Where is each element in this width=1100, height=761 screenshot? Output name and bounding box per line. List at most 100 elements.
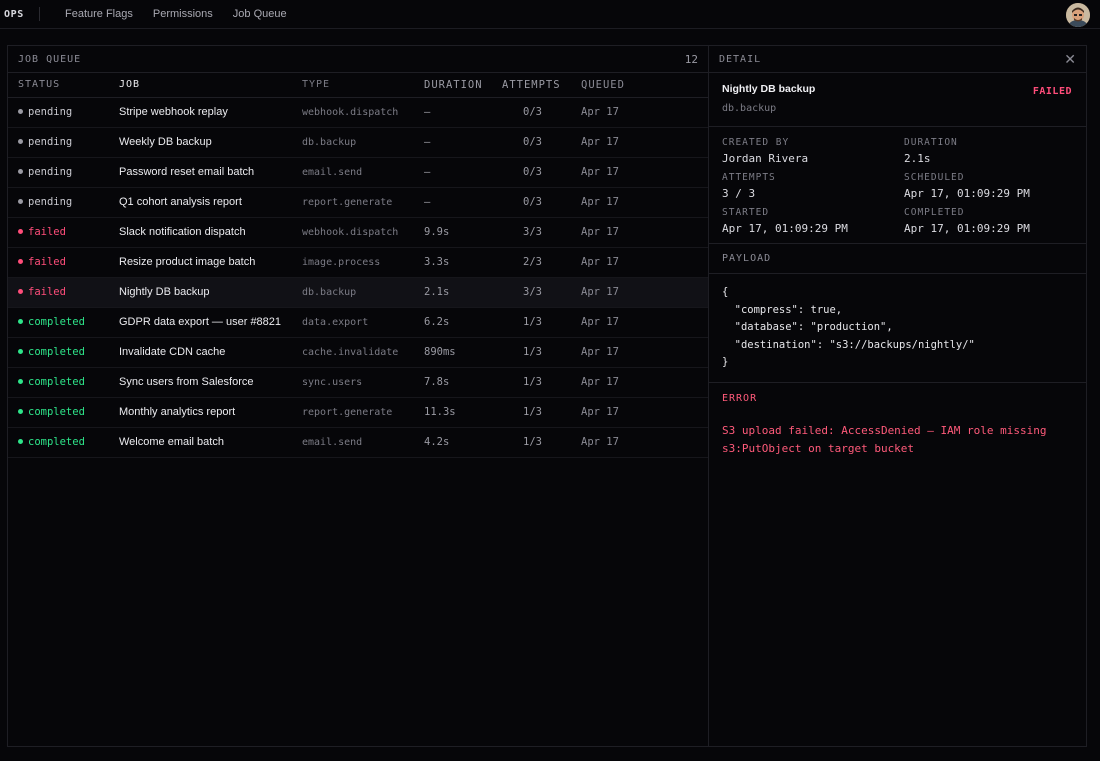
table-row[interactable]: completed Welcome email batch email.send 4.… xyxy=(8,427,708,458)
table-row[interactable]: failed Resize product image batch image.pr… xyxy=(8,247,708,278)
col-job[interactable]: JOB xyxy=(119,73,302,98)
detail-title: DETAIL xyxy=(719,53,762,65)
job-name-cell: Sync users from Salesforce xyxy=(119,367,302,398)
duration-cell: 11.3s xyxy=(424,397,502,428)
status-dot-icon xyxy=(18,378,23,384)
duration-cell: 7.8s xyxy=(424,367,502,398)
table-row[interactable]: completed GDPR data export — user #8821 da… xyxy=(8,307,708,338)
job-name-cell: Weekly DB backup xyxy=(119,127,302,158)
status-dot-icon xyxy=(18,228,23,234)
status-dot-icon xyxy=(18,108,23,114)
table-row[interactable]: failed Slack notification dispatch webhook… xyxy=(8,217,708,248)
table-row[interactable]: pending Password reset email batch email.s… xyxy=(8,157,708,188)
job-type-cell: webhook.dispatch xyxy=(302,97,424,128)
close-icon[interactable]: ✕ xyxy=(1064,52,1076,66)
detail-summary: Nightly DB backup db.backup FAILED xyxy=(709,73,1086,127)
job-name-cell: Password reset email batch xyxy=(119,157,302,188)
nav-feature-flags[interactable]: Feature Flags xyxy=(65,8,133,20)
table-row[interactable]: failed Nightly DB backup db.backup 2.1s 3/3 A… xyxy=(8,277,708,308)
duration-cell: — xyxy=(424,187,502,218)
col-attempts[interactable]: ATTEMPTS xyxy=(502,73,581,98)
payload-json[interactable]: { "compress": true, "database": "product… xyxy=(709,274,1086,383)
meta-label: ATTEMPTS xyxy=(722,172,776,183)
status-label: completed xyxy=(28,316,85,328)
status-label: completed xyxy=(28,406,85,418)
payload-header: PAYLOAD xyxy=(709,244,1086,274)
attempts-cell: 2/3 xyxy=(502,247,581,278)
job-type-cell: email.send xyxy=(302,157,424,188)
meta-value: 3 / 3 xyxy=(722,187,756,200)
table-row[interactable]: pending Stripe webhook replay webhook.disp… xyxy=(8,97,708,128)
attempts-cell: 3/3 xyxy=(502,277,581,308)
table-row[interactable]: completed Sync users from Salesforce sync.… xyxy=(8,367,708,398)
job-type-cell: sync.users xyxy=(302,367,424,398)
status-label: pending xyxy=(28,136,73,148)
nav-job-queue[interactable]: Job Queue xyxy=(233,8,287,20)
status-cell: completed xyxy=(8,367,119,398)
meta-label: STARTED xyxy=(722,207,770,218)
meta-value: Apr 17, 01:09:29 PM xyxy=(722,222,848,235)
queued-cell: Apr 17 xyxy=(581,127,708,158)
table-row[interactable]: pending Weekly DB backup db.backup —0/3 Apr … xyxy=(8,127,708,158)
status-label: pending xyxy=(28,196,73,208)
col-status[interactable]: STATUS xyxy=(8,73,119,98)
status-label: pending xyxy=(28,106,73,118)
meta-created-by: CREATED BY Jordan Rivera xyxy=(722,137,904,165)
attempts-cell: 1/3 xyxy=(502,337,581,368)
status-cell: pending xyxy=(8,127,119,158)
user-avatar[interactable] xyxy=(1066,3,1090,27)
meta-value: Apr 17, 01:09:29 PM xyxy=(904,187,1030,200)
meta-value: 2.1s xyxy=(904,152,931,165)
queued-cell: Apr 17 xyxy=(581,157,708,188)
job-name-cell: GDPR data export — user #8821 xyxy=(119,307,302,338)
table-row[interactable]: completed Monthly analytics report report.… xyxy=(8,397,708,428)
error-label: ERROR xyxy=(722,392,758,404)
attempts-cell: 0/3 xyxy=(502,97,581,128)
job-queue-panel: JOB QUEUE 12 STATUS JOB TYPE DURATION AT… xyxy=(7,45,1087,747)
status-dot-icon xyxy=(18,318,23,324)
duration-cell: 890ms xyxy=(424,337,502,368)
col-type[interactable]: TYPE xyxy=(302,73,424,98)
col-queued[interactable]: QUEUED xyxy=(581,73,708,98)
job-name-cell: Q1 cohort analysis report xyxy=(119,187,302,218)
duration-cell: 9.9s xyxy=(424,217,502,248)
status-dot-icon xyxy=(18,198,23,204)
nav-permissions[interactable]: Permissions xyxy=(153,8,213,20)
queued-cell: Apr 17 xyxy=(581,367,708,398)
detail-job-type: db.backup xyxy=(722,103,777,114)
job-name-cell: Welcome email batch xyxy=(119,427,302,458)
col-duration[interactable]: DURATION xyxy=(424,73,502,98)
queued-cell: Apr 17 xyxy=(581,277,708,308)
meta-label: CREATED BY xyxy=(722,137,790,148)
table-row[interactable]: completed Invalidate CDN cache cache.inval… xyxy=(8,337,708,368)
job-name-cell: Slack notification dispatch xyxy=(119,217,302,248)
attempts-cell: 0/3 xyxy=(502,127,581,158)
status-label: failed xyxy=(28,256,66,268)
job-count: 12 xyxy=(684,52,698,66)
job-name-cell: Resize product image batch xyxy=(119,247,302,278)
queued-cell: Apr 17 xyxy=(581,97,708,128)
error-message[interactable]: S3 upload failed: AccessDenied — IAM rol… xyxy=(709,404,1069,458)
attempts-cell: 0/3 xyxy=(502,187,581,218)
job-type-cell: report.generate xyxy=(302,187,424,218)
queued-cell: Apr 17 xyxy=(581,187,708,218)
attempts-cell: 1/3 xyxy=(502,307,581,338)
top-nav-bar: OPS Feature Flags Permissions Job Queue xyxy=(0,0,1100,29)
queued-cell: Apr 17 xyxy=(581,337,708,368)
status-dot-icon xyxy=(18,348,23,354)
queued-cell: Apr 17 xyxy=(581,427,708,458)
queued-cell: Apr 17 xyxy=(581,247,708,278)
table-row[interactable]: pending Q1 cohort analysis report report.g… xyxy=(8,187,708,218)
status-cell: failed xyxy=(8,247,119,278)
status-label: pending xyxy=(28,166,73,178)
job-type-cell: db.backup xyxy=(302,127,424,158)
status-dot-icon xyxy=(18,258,23,264)
status-label: failed xyxy=(28,226,66,238)
job-name-cell: Nightly DB backup xyxy=(119,277,302,308)
meta-label: DURATION xyxy=(904,137,958,148)
duration-cell: — xyxy=(424,157,502,188)
brand-logo[interactable]: OPS xyxy=(0,7,40,21)
job-type-cell: report.generate xyxy=(302,397,424,428)
attempts-cell: 1/3 xyxy=(502,397,581,428)
meta-duration: DURATION 2.1s xyxy=(904,137,1074,165)
